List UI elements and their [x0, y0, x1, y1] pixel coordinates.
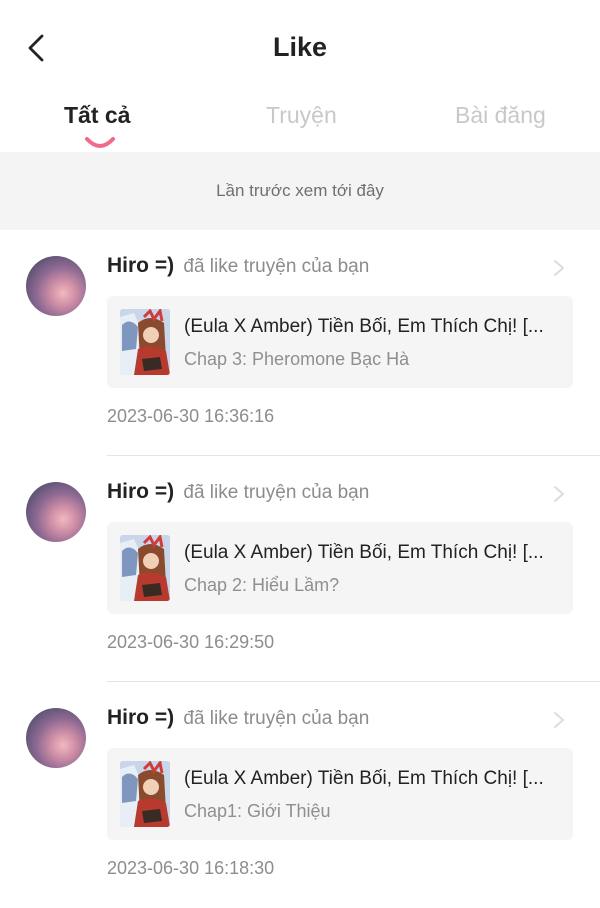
chapter-title: Chap1: Giới Thiệu [184, 801, 331, 821]
chevron-right-icon[interactable] [552, 710, 566, 730]
header: Like [0, 0, 600, 100]
story-card[interactable]: (Eula X Amber) Tiền Bối, Em Thích Chị! [… [107, 522, 573, 614]
timestamp: 2023-06-30 16:18:30 [107, 858, 275, 878]
like-notification-item[interactable]: Hiro =) đã like truyện của bạn (Eula X A… [0, 230, 600, 456]
avatar[interactable] [26, 256, 86, 316]
story-card[interactable]: (Eula X Amber) Tiền Bối, Em Thích Chị! [… [107, 296, 573, 388]
chapter-title: Chap 3: Pheromone Bạc Hà [184, 349, 410, 369]
tab-bai-dang[interactable]: Bài đăng [455, 102, 546, 129]
tab-bar: Tất cả Truyện Bài đăng [0, 96, 600, 152]
story-cover-image [120, 309, 170, 375]
timestamp: 2023-06-30 16:29:50 [107, 632, 275, 652]
like-notification-item[interactable]: Hiro =) đã like truyện của bạn (Eula X A… [0, 682, 600, 908]
action-text: đã like truyện của bạn [183, 256, 370, 277]
chevron-right-icon[interactable] [552, 258, 566, 278]
chapter-title: Chap 2: Hiểu Lầm? [184, 575, 340, 595]
chevron-right-icon[interactable] [552, 484, 566, 504]
story-title: (Eula X Amber) Tiền Bối, Em Thích Chị! [… [184, 316, 544, 337]
story-cover-image [120, 761, 170, 827]
story-card[interactable]: (Eula X Amber) Tiền Bối, Em Thích Chị! [… [107, 748, 573, 840]
timestamp: 2023-06-30 16:36:16 [107, 406, 275, 426]
action-text: đã like truyện của bạn [183, 708, 370, 729]
avatar[interactable] [26, 708, 86, 768]
active-tab-indicator [85, 137, 115, 148]
actor-line: Hiro =) đã like truyện của bạn [107, 254, 369, 278]
avatar[interactable] [26, 482, 86, 542]
story-cover-image [120, 535, 170, 601]
like-notification-item[interactable]: Hiro =) đã like truyện của bạn (Eula X A… [0, 456, 600, 682]
actor-line: Hiro =) đã like truyện của bạn [107, 706, 369, 730]
story-title: (Eula X Amber) Tiền Bối, Em Thích Chị! [… [184, 768, 544, 789]
actor-name[interactable]: Hiro =) [107, 480, 174, 503]
actor-name[interactable]: Hiro =) [107, 254, 174, 277]
page-title: Like [272, 32, 328, 62]
actor-line: Hiro =) đã like truyện của bạn [107, 480, 369, 504]
actor-name[interactable]: Hiro =) [107, 706, 174, 729]
tab-truyen[interactable]: Truyện [266, 102, 337, 129]
action-text: đã like truyện của bạn [183, 482, 370, 503]
last-viewed-notice: Lần trước xem tới đây [0, 152, 600, 230]
tab-all[interactable]: Tất cả [64, 102, 130, 129]
story-title: (Eula X Amber) Tiền Bối, Em Thích Chị! [… [184, 542, 544, 563]
